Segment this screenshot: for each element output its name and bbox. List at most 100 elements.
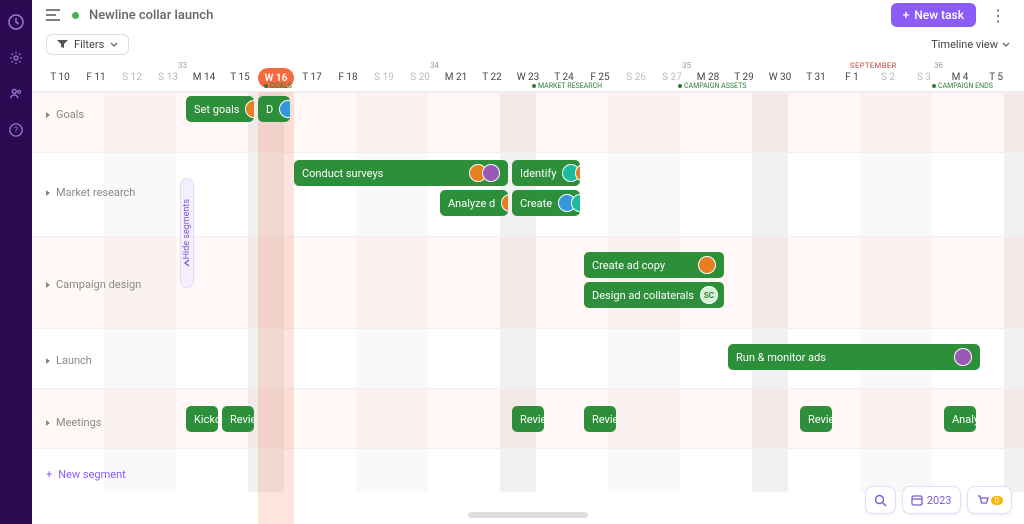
hide-segments-handle[interactable]: Hide segments xyxy=(180,178,194,288)
caret-icon xyxy=(46,282,50,288)
new-task-button[interactable]: + New task xyxy=(891,3,976,27)
day-s19[interactable]: S 19 xyxy=(366,72,402,83)
task-label: Revie xyxy=(230,413,254,426)
task-label: Revie xyxy=(808,413,832,426)
filters-button[interactable]: Filters xyxy=(46,34,129,55)
segment-label: Campaign design xyxy=(56,278,141,291)
quickbar: 2023 0 xyxy=(865,486,1012,514)
chevron-down-icon xyxy=(110,42,118,47)
task-design-ad-collaterals[interactable]: Design ad collaterals SC xyxy=(584,282,724,308)
day-w30[interactable]: W 30 xyxy=(762,72,798,83)
segment-campaign-design[interactable]: Campaign design xyxy=(46,278,141,291)
global-nav: ? xyxy=(0,0,32,524)
day-f1[interactable]: F 1 xyxy=(834,72,870,83)
task-label: D xyxy=(266,103,273,116)
avatar xyxy=(954,348,972,366)
milestone-campaign-ends[interactable]: CAMPAIGN ENDS xyxy=(932,82,993,90)
new-segment-label: New segment xyxy=(58,468,126,481)
day-t31[interactable]: T 31 xyxy=(798,72,834,83)
day-m21[interactable]: M 21 xyxy=(438,72,474,83)
caret-icon xyxy=(46,112,50,118)
task-label: Run & monitor ads xyxy=(736,351,826,364)
day-f18[interactable]: F 18 xyxy=(330,72,366,83)
task-analy[interactable]: Analy xyxy=(944,406,976,432)
segment-label: Market research xyxy=(56,186,135,199)
segment-goals[interactable]: Goals xyxy=(46,108,84,121)
segment-launch[interactable]: Launch xyxy=(46,354,92,367)
new-segment-button[interactable]: +New segment xyxy=(46,468,126,481)
header: Newline collar launch + New task ⋮ xyxy=(32,0,1024,30)
task-review-1[interactable]: Revie xyxy=(222,406,254,432)
task-label: Conduct surveys xyxy=(302,167,383,180)
toolbar: Filters Timeline view xyxy=(32,30,1024,58)
year-button[interactable]: 2023 xyxy=(902,486,961,514)
segment-market-research[interactable]: Market research xyxy=(46,186,135,199)
task-review-4[interactable]: Revie xyxy=(800,406,832,432)
task-label: Create ad copy xyxy=(592,259,665,272)
cart-button[interactable]: 0 xyxy=(967,486,1013,514)
avatar xyxy=(501,194,508,212)
filters-label: Filters xyxy=(74,38,104,51)
menu-icon[interactable] xyxy=(46,8,62,22)
weeknum-35: 35 xyxy=(682,61,691,70)
milestone-campaign-assets[interactable]: CAMPAIGN ASSETS xyxy=(678,82,746,90)
task-label: Revie xyxy=(520,413,544,426)
day-t15[interactable]: T 15 xyxy=(222,72,258,83)
timeline-view-label: Timeline view xyxy=(931,38,998,51)
month-label: SEPTEMBER xyxy=(850,61,897,70)
zoom-button[interactable] xyxy=(865,486,896,514)
page-title: Newline collar launch xyxy=(89,8,213,23)
segment-column: Goals Market research Campaign design La… xyxy=(32,58,182,524)
milestone-goals[interactable]: GOALS xyxy=(264,82,292,90)
task-review-2[interactable]: Revie xyxy=(512,406,544,432)
caret-icon xyxy=(46,190,50,196)
day-t17[interactable]: T 17 xyxy=(294,72,330,83)
day-s2[interactable]: S 2 xyxy=(870,72,906,83)
task-analyze[interactable]: Analyze d xyxy=(440,190,508,216)
svg-text:?: ? xyxy=(14,126,18,135)
status-dot xyxy=(72,12,79,19)
task-review-3[interactable]: Revie xyxy=(584,406,616,432)
timeline-body: W 16 SEPTEMBER 33 34 35 36 T 10 F 11 S 1… xyxy=(32,58,1024,524)
segment-label: Goals xyxy=(56,108,84,121)
clock-icon[interactable] xyxy=(8,14,24,30)
cart-icon xyxy=(976,494,989,507)
task-create[interactable]: Create xyxy=(512,190,580,216)
task-label: Revie xyxy=(592,413,616,426)
today-column xyxy=(258,92,294,524)
cart-badge: 0 xyxy=(991,496,1004,505)
avatar xyxy=(245,100,254,118)
day-s26[interactable]: S 26 xyxy=(618,72,654,83)
task-label: Analyze d xyxy=(448,197,495,210)
day-s20[interactable]: S 20 xyxy=(402,72,438,83)
task-conduct-surveys[interactable]: Conduct surveys xyxy=(294,160,508,186)
task-create-ad-copy[interactable]: Create ad copy xyxy=(584,252,724,278)
day-m14[interactable]: M 14 xyxy=(186,72,222,83)
timeline-view-switch[interactable]: Timeline view xyxy=(931,38,1010,51)
plus-icon: + xyxy=(903,8,910,22)
help-icon[interactable]: ? xyxy=(8,122,24,138)
task-label: Design ad collaterals xyxy=(592,289,694,302)
task-kickoff[interactable]: Kicko xyxy=(186,406,218,432)
segment-meetings[interactable]: Meetings xyxy=(46,416,101,429)
task-run-monitor-ads[interactable]: Run & monitor ads xyxy=(728,344,980,370)
day-t22[interactable]: T 22 xyxy=(474,72,510,83)
gear-icon[interactable] xyxy=(8,50,24,66)
caret-icon xyxy=(46,358,50,364)
task-identify[interactable]: Identify xyxy=(512,160,580,186)
search-icon xyxy=(874,494,887,507)
main: Newline collar launch + New task ⋮ Filte… xyxy=(32,0,1024,524)
people-icon[interactable] xyxy=(8,86,24,102)
avatar xyxy=(482,164,500,182)
horizontal-scrollbar[interactable] xyxy=(468,512,588,518)
task-label: Analy xyxy=(952,413,976,426)
task-d[interactable]: D xyxy=(258,96,290,122)
more-icon[interactable]: ⋮ xyxy=(986,6,1010,25)
milestone-market-research[interactable]: MARKET RESEARCH xyxy=(532,82,602,90)
chevron-left-icon xyxy=(183,259,191,267)
caret-icon xyxy=(46,420,50,426)
task-label: Kicko xyxy=(194,413,218,426)
year-label: 2023 xyxy=(927,494,952,507)
task-set-goals[interactable]: Set goals xyxy=(186,96,254,122)
filter-icon xyxy=(57,39,68,49)
